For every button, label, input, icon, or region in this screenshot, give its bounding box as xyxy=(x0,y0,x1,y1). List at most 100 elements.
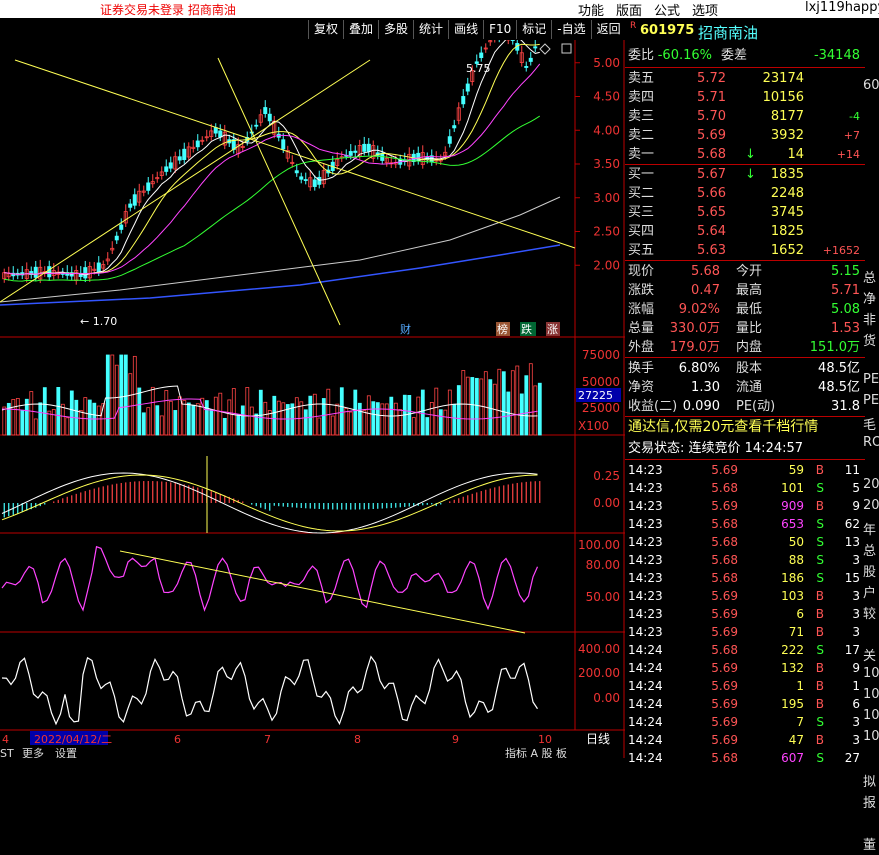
bottom-tab[interactable]: 设置 xyxy=(55,747,77,758)
date-tick-label: 7 xyxy=(264,733,271,746)
candlestick xyxy=(178,157,181,160)
toolbar-draw-line[interactable]: 画线 xyxy=(448,20,483,39)
tick-side: B xyxy=(816,659,824,677)
event-marker-bang[interactable]: 榜 xyxy=(497,322,508,336)
tick-price: 5.69 xyxy=(711,677,738,695)
tick-side: S xyxy=(816,551,824,569)
volume-bar xyxy=(475,378,478,435)
orderbook-volume: 1825 xyxy=(771,222,804,241)
quote-label: 总量 xyxy=(628,319,654,338)
candlestick xyxy=(183,149,186,159)
orderbook-row: 卖四5.7110156 xyxy=(628,88,860,107)
event-marker-cai[interactable]: 财 xyxy=(400,322,411,336)
tick-volume: 1 xyxy=(796,677,804,695)
tick-row: 14:235.69909B9 xyxy=(628,497,860,515)
promo-link[interactable]: 通达信,仅需20元查看千档行情 xyxy=(628,418,860,437)
toolbar-back[interactable]: 返回 xyxy=(591,20,626,39)
candlestick xyxy=(196,141,199,147)
kline-chart-area[interactable]: 5.75← 1.70财榜跌涨 5.505.004.504.003.503.002… xyxy=(0,40,625,758)
tick-price: 5.69 xyxy=(711,461,738,479)
bottom-tab[interactable]: 更多 xyxy=(22,746,44,758)
menu-item-layout[interactable]: 版面 xyxy=(616,0,642,19)
tick-side: B xyxy=(816,731,824,749)
period-label[interactable]: 日线 xyxy=(586,732,610,746)
menu-item-options[interactable]: 选项 xyxy=(692,0,718,19)
menu-item-formula[interactable]: 公式 xyxy=(654,0,680,19)
divider xyxy=(625,416,865,417)
tick-side: S xyxy=(816,569,824,587)
tick-volume: 88 xyxy=(789,551,804,569)
edge-label: 毛 xyxy=(863,414,879,435)
orderbook-volume: 1652 xyxy=(771,241,804,260)
volume-bar xyxy=(237,414,240,435)
right-edge-panel: 60总净非货PEPE毛RO2020年总股户较关10101010拟报董 xyxy=(863,78,879,758)
toolbar-overlay[interactable]: 叠加 xyxy=(343,20,378,39)
price-tick-label: 2.50 xyxy=(593,225,620,239)
menu-item-function[interactable]: 功能 xyxy=(578,0,604,19)
quote-label: 涨跌 xyxy=(628,281,654,300)
orderbook-row: 买二5.662248 xyxy=(628,184,860,203)
toolbar-watchlist[interactable]: -自选 xyxy=(551,20,590,39)
quote-value: 330.0万 xyxy=(670,319,720,338)
tick-price: 5.69 xyxy=(711,605,738,623)
bottom-tab[interactable]: 指标 A 股 板 xyxy=(505,746,567,758)
tick-row: 14:235.6850S13 xyxy=(628,533,860,551)
volume-bar xyxy=(457,386,460,435)
quote-row: 涨幅9.02%最低5.08 xyxy=(628,300,860,319)
edge-label xyxy=(863,225,879,246)
edge-label: 20 xyxy=(863,477,879,498)
candlestick xyxy=(129,204,132,207)
volume-bar xyxy=(138,388,141,435)
tick-volume: 186 xyxy=(781,569,804,587)
candlestick xyxy=(511,40,514,41)
toolbar-mark[interactable]: 标记 xyxy=(516,20,551,39)
tick-volume: 59 xyxy=(789,461,804,479)
quote-value: 9.02% xyxy=(679,300,720,319)
trade-status: 交易状态: 连续竞价 14:24:57 xyxy=(628,439,860,458)
toolbar-multi-stock[interactable]: 多股 xyxy=(378,20,413,39)
tick-count: 1 xyxy=(852,677,860,695)
event-marker-die[interactable]: 跌 xyxy=(521,322,532,336)
tick-price: 5.68 xyxy=(711,641,738,659)
edge-label: 净 xyxy=(863,288,879,309)
orderbook-row: 卖一5.68↓14+14 xyxy=(628,145,860,164)
volume-bar xyxy=(259,390,262,435)
candlestick xyxy=(264,108,267,114)
orderbook-volume: 1835 xyxy=(771,165,804,184)
orderbook-label: 卖一 xyxy=(628,145,654,164)
tick-row: 14:235.69103B3 xyxy=(628,587,860,605)
orderbook-label: 买四 xyxy=(628,222,654,241)
tick-count: 62 xyxy=(845,515,860,533)
edge-label xyxy=(863,624,879,645)
candlestick xyxy=(300,177,303,179)
quote-value: 5.68 xyxy=(691,262,720,281)
user-name[interactable]: lxj119happy xyxy=(805,0,879,15)
toolbar-f10[interactable]: F10 xyxy=(483,20,516,39)
edge-label: 年 xyxy=(863,519,879,540)
edge-label: 关 xyxy=(863,645,879,666)
toolbar-restore-rights[interactable]: 复权 xyxy=(308,20,343,39)
edge-label: 较 xyxy=(863,603,879,624)
orderbook-price: 5.70 xyxy=(697,107,726,126)
tick-row: 14:245.697S3 xyxy=(628,713,860,731)
edge-label: 60 xyxy=(863,78,879,99)
toolbar-statistics[interactable]: 统计 xyxy=(413,20,448,39)
candlestick xyxy=(34,267,37,277)
tick-count: 3 xyxy=(852,587,860,605)
date-tick-label: 4 xyxy=(2,733,9,746)
edge-label xyxy=(863,351,879,372)
quote-value: 1.30 xyxy=(691,378,720,397)
tick-volume: 195 xyxy=(781,695,804,713)
weibi-value: -60.16% xyxy=(658,46,712,65)
quote-value: 6.80% xyxy=(679,359,720,378)
tick-row: 14:235.6959B11 xyxy=(628,461,860,479)
volume-bar xyxy=(408,395,411,435)
edge-label: 10 xyxy=(863,729,879,750)
weicha-label: 委差 xyxy=(721,46,747,65)
bottom-tab[interactable]: ST xyxy=(0,747,14,758)
event-marker-zhang[interactable]: 涨 xyxy=(547,323,558,336)
candlestick xyxy=(318,177,321,184)
volume-bar xyxy=(241,406,244,435)
price-tick-label: 2.00 xyxy=(593,258,620,272)
candlestick xyxy=(349,151,352,155)
